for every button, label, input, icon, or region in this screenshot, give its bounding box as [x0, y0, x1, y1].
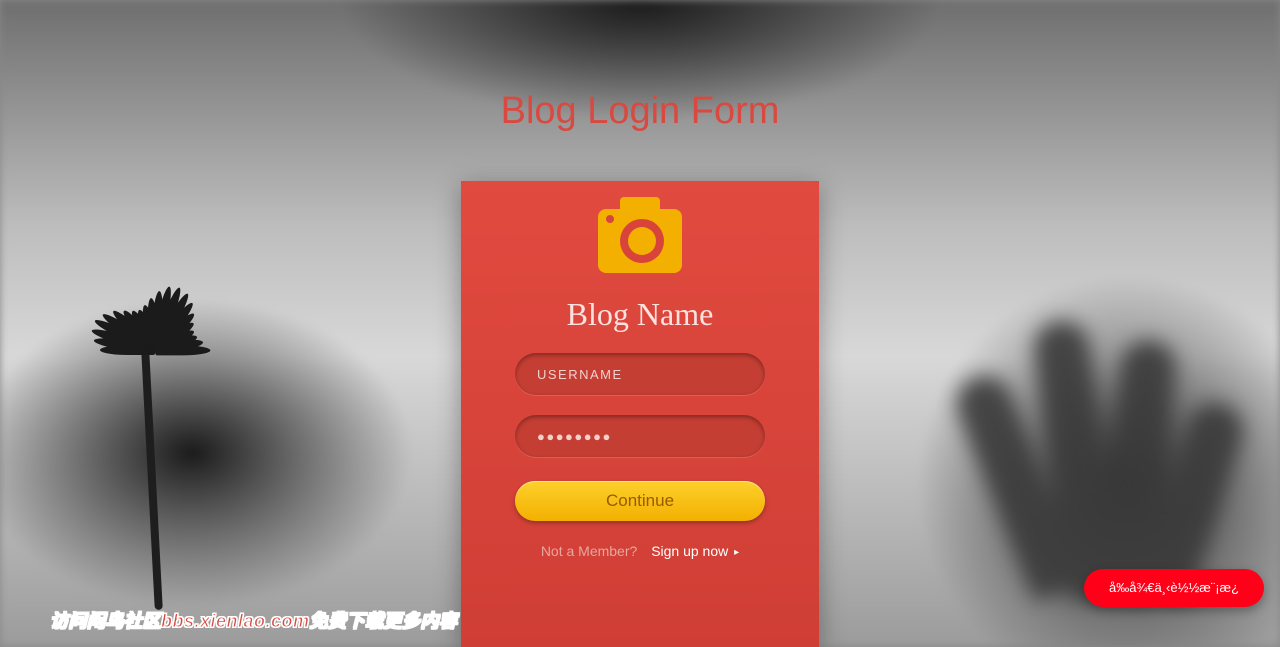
- password-input[interactable]: [515, 415, 765, 457]
- camera-icon: [598, 209, 682, 273]
- signup-row: Not a Member? Sign up now ▸: [461, 543, 819, 559]
- caret-right-icon: ▸: [734, 547, 739, 558]
- not-member-label: Not a Member?: [541, 543, 637, 559]
- page-title: Blog Login Form: [0, 90, 1280, 133]
- blog-name-heading: Blog Name: [461, 296, 819, 333]
- username-input[interactable]: [515, 353, 765, 395]
- login-card: Blog Name Continue Not a Member? Sign up…: [461, 181, 819, 647]
- decorative-hand: [980, 260, 1240, 600]
- footer-promo-text: 访问闲鸟社区bbs.xienlao.com免费下载更多内容: [50, 607, 458, 633]
- continue-button[interactable]: Continue: [515, 481, 765, 521]
- signup-link-label: Sign up now: [651, 543, 728, 559]
- signup-link[interactable]: Sign up now ▸: [651, 543, 739, 559]
- floating-action-button[interactable]: å‰å¾€ä¸‹è½½æ¨¡æ¿: [1084, 569, 1264, 607]
